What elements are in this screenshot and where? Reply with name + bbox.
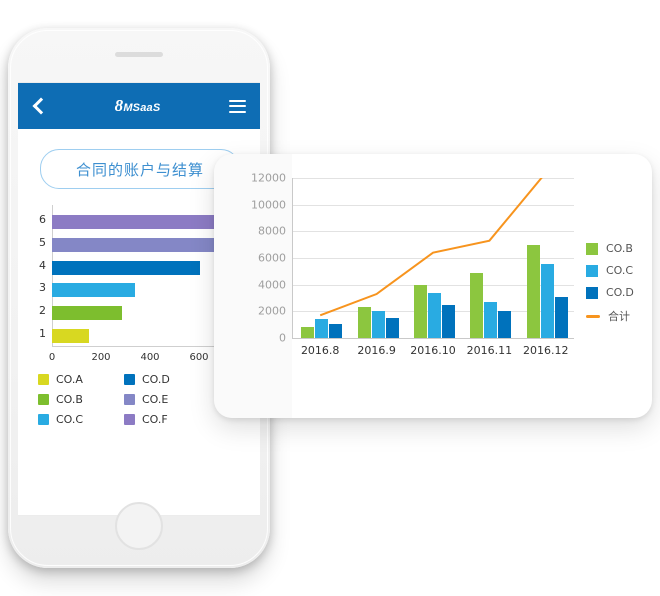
bar-category-label: 4 bbox=[39, 258, 46, 272]
screenshot-stage: 8MSaaS 合同的账户与结算 1234560200400600800 CO.A… bbox=[0, 0, 660, 596]
horizontal-bar[interactable] bbox=[52, 260, 201, 275]
hamburger-menu-icon[interactable] bbox=[229, 99, 246, 113]
gridline bbox=[293, 178, 574, 179]
legend-color-swatch bbox=[124, 394, 135, 405]
legend-item[interactable]: CO.C bbox=[38, 413, 124, 426]
x-axis-tick-label: 400 bbox=[140, 352, 160, 363]
legend-item[interactable]: CO.D bbox=[586, 286, 634, 299]
legend-label: CO.C bbox=[606, 264, 634, 277]
legend-label: CO.C bbox=[56, 413, 84, 426]
column-bar[interactable] bbox=[329, 324, 343, 338]
legend-line-marker bbox=[586, 314, 600, 318]
phone-chart-legend: CO.A CO.D CO.B CO.E CO.C CO.F bbox=[38, 373, 238, 426]
menu-bar-2 bbox=[229, 105, 246, 107]
column-bar[interactable] bbox=[357, 307, 371, 338]
legend-item[interactable]: CO.E bbox=[124, 393, 210, 406]
page-title-pill[interactable]: 合同的账户与结算 bbox=[40, 149, 240, 189]
bar-group bbox=[301, 319, 343, 338]
legend-item[interactable]: 合计 bbox=[586, 308, 634, 324]
legend-label: CO.B bbox=[606, 242, 633, 255]
column-bar[interactable] bbox=[554, 296, 568, 338]
gridline bbox=[293, 231, 574, 233]
card-chart-legend: CO.B CO.C CO.D 合计 bbox=[586, 242, 634, 333]
bar-category-label: 6 bbox=[39, 213, 46, 227]
legend-item[interactable]: CO.A bbox=[38, 373, 124, 386]
legend-color-swatch bbox=[586, 286, 598, 299]
legend-label: CO.B bbox=[56, 393, 83, 406]
bar-category-label: 3 bbox=[39, 281, 46, 295]
bar-category-label: 5 bbox=[39, 236, 46, 249]
bar-category-label: 1 bbox=[39, 326, 46, 340]
column-bar[interactable] bbox=[484, 302, 498, 338]
legend-color-swatch bbox=[124, 414, 135, 425]
legend-label: 合计 bbox=[608, 310, 630, 323]
bar-group bbox=[414, 285, 455, 338]
legend-color-swatch bbox=[38, 374, 49, 385]
legend-color-swatch bbox=[38, 414, 49, 425]
legend-item[interactable]: CO.B bbox=[586, 242, 634, 255]
brand-name: MSaaS bbox=[123, 102, 161, 114]
column-bar[interactable] bbox=[301, 327, 315, 338]
bar-category-label: 2 bbox=[39, 304, 46, 317]
column-bar[interactable] bbox=[526, 244, 540, 338]
legend-label: CO.E bbox=[142, 393, 169, 406]
column-bar[interactable] bbox=[470, 273, 484, 338]
chart-plot-area bbox=[292, 178, 574, 339]
legend-label: CO.F bbox=[142, 413, 168, 426]
column-bar[interactable] bbox=[428, 293, 441, 338]
horizontal-bar[interactable] bbox=[52, 215, 229, 230]
column-bar[interactable] bbox=[414, 285, 427, 338]
x-axis-tick-label: 200 bbox=[91, 352, 111, 363]
menu-bar-3 bbox=[229, 110, 246, 113]
legend-item[interactable]: CO.F bbox=[124, 413, 210, 426]
legend-item[interactable]: CO.C bbox=[586, 264, 634, 277]
column-bar[interactable] bbox=[371, 310, 385, 338]
horizontal-bar[interactable] bbox=[52, 306, 122, 320]
column-bar[interactable] bbox=[442, 305, 455, 338]
bar-group bbox=[470, 273, 512, 338]
column-bar[interactable] bbox=[540, 264, 554, 338]
floating-chart-card: 0 2000 4000 6000 8000 10000 12000 2016.8 2016.9 2… bbox=[214, 154, 652, 418]
y-axis-tick-label: 10000 bbox=[251, 198, 286, 212]
x-axis-tick-label: 2016.9 bbox=[357, 344, 396, 357]
legend-color-swatch bbox=[586, 242, 598, 255]
x-axis-tick-label: 0 bbox=[48, 352, 56, 363]
horizontal-bar[interactable] bbox=[52, 238, 222, 252]
horizontal-bar[interactable] bbox=[52, 328, 89, 343]
y-axis-tick-label: 6000 bbox=[258, 251, 286, 265]
legend-item[interactable]: CO.B bbox=[38, 393, 124, 406]
legend-color-swatch bbox=[586, 264, 598, 277]
y-axis-tick-label: 4000 bbox=[258, 278, 286, 292]
legend-label: CO.A bbox=[56, 373, 83, 386]
x-axis-tick-label: 2016.11 bbox=[466, 344, 513, 357]
column-bar[interactable] bbox=[315, 319, 329, 338]
bar-group bbox=[526, 244, 568, 338]
legend-label: CO.D bbox=[142, 373, 170, 386]
y-axis-tick-label: 0 bbox=[279, 331, 286, 345]
menu-bar-1 bbox=[229, 99, 246, 102]
column-bar[interactable] bbox=[385, 318, 399, 338]
x-axis-tick-label: 600 bbox=[189, 352, 209, 363]
phone-speaker bbox=[115, 52, 163, 57]
x-axis-tick-label: 2016.8 bbox=[300, 344, 340, 357]
x-axis-tick-label: 2016.12 bbox=[523, 344, 569, 357]
x-axis-tick-label: 2016.10 bbox=[410, 344, 456, 357]
legend-label: CO.D bbox=[606, 286, 634, 299]
app-brand-logo: 8MSaaS bbox=[115, 96, 161, 116]
y-axis-tick-label: 8000 bbox=[258, 224, 286, 238]
app-header: 8MSaaS bbox=[18, 83, 260, 129]
y-axis-tick-label: 2000 bbox=[258, 304, 286, 318]
chevron-left-icon[interactable] bbox=[32, 99, 46, 113]
y-axis-tick-label: 12000 bbox=[251, 171, 286, 185]
bar-group bbox=[357, 307, 399, 338]
legend-item[interactable]: CO.D bbox=[124, 373, 210, 386]
brand-mark: 8 bbox=[114, 96, 124, 115]
gridline bbox=[293, 204, 574, 206]
legend-color-swatch bbox=[38, 394, 49, 405]
horizontal-bar[interactable] bbox=[52, 283, 136, 298]
phone-home-button[interactable] bbox=[115, 502, 163, 550]
column-bar[interactable] bbox=[498, 310, 512, 338]
legend-color-swatch bbox=[124, 374, 135, 385]
monthly-column-chart: 0 2000 4000 6000 8000 10000 12000 2016.8 2016.9 2… bbox=[236, 172, 574, 386]
